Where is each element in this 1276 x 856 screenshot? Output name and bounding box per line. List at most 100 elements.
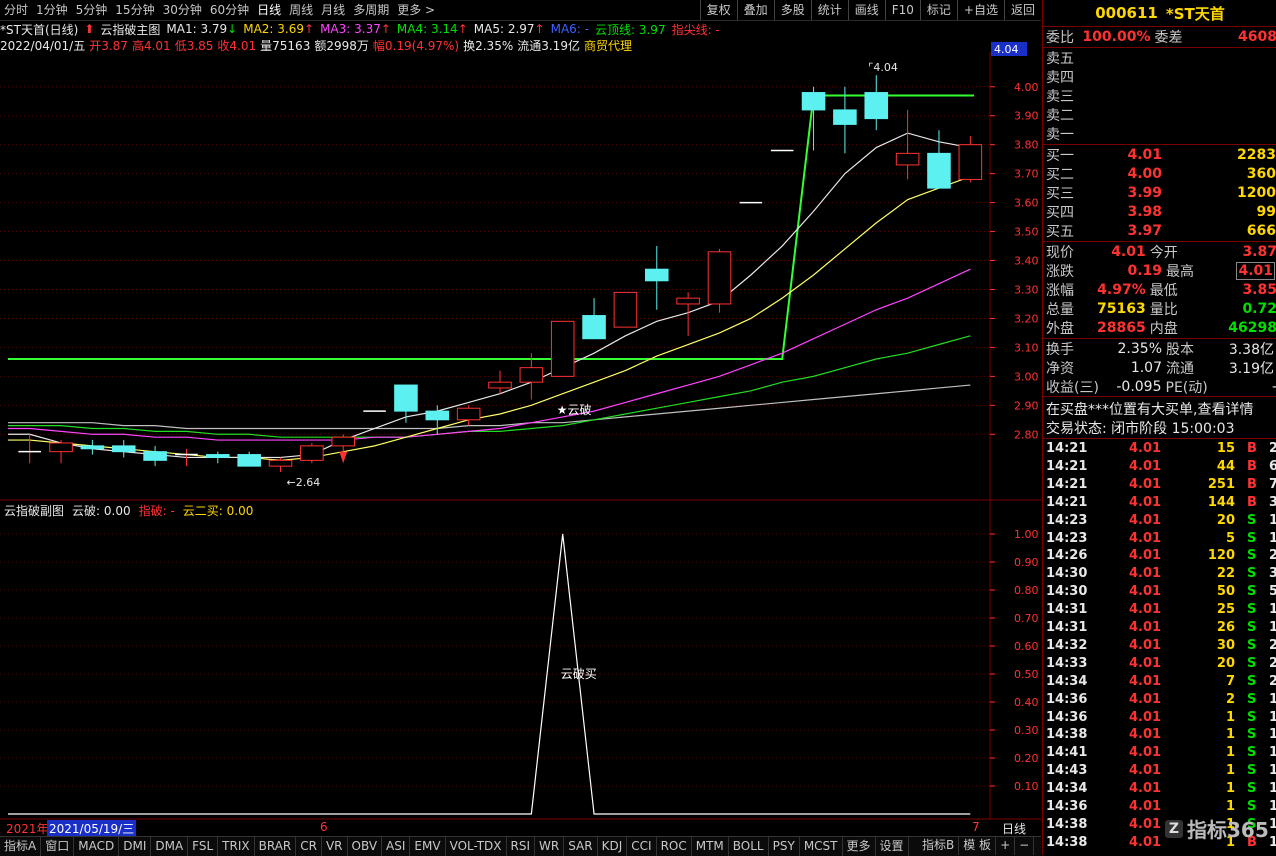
tick-row: 14:21 4.01 44 B 6 <box>1043 458 1276 476</box>
tick-count: 1 <box>1269 799 1276 814</box>
indicator-right-tab-1[interactable]: 模 板 <box>959 836 997 855</box>
indicator-tab-0[interactable]: 指标A <box>0 837 42 856</box>
indicator-tab-14[interactable]: RSI <box>507 837 536 856</box>
tick-price: 4.01 <box>1129 548 1162 564</box>
tick-price: 4.01 <box>1129 727 1162 743</box>
indicator-tab-25[interactable]: 设置 <box>876 837 909 856</box>
tick-volume: 1 <box>1225 763 1235 779</box>
indicator-right-tab-2[interactable]: + <box>996 836 1016 855</box>
stock-header: 000611 *ST天首 <box>1043 0 1276 26</box>
tick-row: 14:36 4.01 2 S 1 <box>1043 691 1276 709</box>
candle-body <box>801 92 826 111</box>
indicator-tab-17[interactable]: KDJ <box>598 837 628 856</box>
tick-time: 14:30 <box>1046 584 1088 600</box>
tick-price: 4.01 <box>1129 494 1162 510</box>
stat-value: 3.87 <box>1242 243 1276 260</box>
indicator-right-tab-3[interactable]: − <box>1015 836 1035 855</box>
candle-body <box>206 454 230 458</box>
kline-chart[interactable]: 4.00 3.90 3.80 3.70 3.60 3.50 3.40 3.30 3.20 3.10… <box>0 0 1041 836</box>
candle <box>676 292 700 336</box>
indicator-right-tab-0[interactable]: 指标B <box>918 836 960 855</box>
indicator-tab-13[interactable]: VOL-TDX <box>446 837 507 856</box>
indicator-tab-22[interactable]: PSY <box>769 837 800 856</box>
indicator-tab-7[interactable]: BRAR <box>255 837 297 856</box>
sell-row: 卖二 <box>1043 105 1276 124</box>
stat-value: 28865 <box>1097 319 1146 336</box>
indicator-tab-5[interactable]: FSL <box>188 837 219 856</box>
stat-value: 75163 <box>1097 300 1146 317</box>
indicator-tab-9[interactable]: VR <box>322 837 348 856</box>
stat-row: 总量 75163 量比 0.72 <box>1043 299 1276 318</box>
tick-price: 4.01 <box>1129 834 1162 850</box>
indicator-tab-4[interactable]: DMA <box>151 837 189 856</box>
candle <box>237 451 261 467</box>
tick-time: 14:38 <box>1046 834 1088 850</box>
ma1-line <box>8 132 971 459</box>
tick-count: 1 <box>1269 745 1276 761</box>
date-label-year: 2021年 <box>6 822 49 836</box>
candle <box>425 405 450 435</box>
indicator-tab-10[interactable]: OBV <box>348 837 383 856</box>
indicator-tab-15[interactable]: WR <box>535 837 565 856</box>
indicator-tab-20[interactable]: MTM <box>692 837 729 856</box>
indicator-tab-8[interactable]: CR <box>296 837 322 856</box>
sell-row: 卖一 <box>1043 124 1276 143</box>
period-label[interactable]: 日线 <box>1002 820 1026 837</box>
sell-label: 卖二 <box>1046 107 1074 124</box>
candle <box>394 384 418 423</box>
indicator-tab-1[interactable]: 窗口 <box>41 837 75 856</box>
stat-value: 4.01 <box>1236 261 1275 280</box>
tick-row: 14:26 4.01 120 S 2 <box>1043 547 1276 565</box>
tick-side: B <box>1247 476 1257 492</box>
tick-side: S <box>1247 530 1257 546</box>
tick-time: 14:41 <box>1046 745 1088 761</box>
indicator-tab-18[interactable]: CCI <box>627 837 657 856</box>
tick-count: 2 <box>1269 548 1276 564</box>
candle <box>18 434 41 464</box>
sub-indicator-name[interactable]: 云指破副图 <box>4 502 64 518</box>
tick-price: 4.01 <box>1129 655 1162 671</box>
candle-body <box>519 367 544 383</box>
candle-body <box>864 92 889 120</box>
sell-row: 卖五 <box>1043 48 1276 67</box>
indicator-tab-19[interactable]: ROC <box>657 837 692 856</box>
indicator-tab-16[interactable]: SAR <box>564 837 598 856</box>
indicator-tab-11[interactable]: ASI <box>382 837 411 856</box>
date-label-cursor: 2021/05/19/三 <box>47 820 137 837</box>
current-price-label: 4.04 <box>994 43 1019 56</box>
buy-price: 3.99 <box>1127 184 1162 201</box>
stat-value: 0.19 <box>1127 262 1162 279</box>
buy-price: 4.00 <box>1127 165 1162 182</box>
indicator-tab-21[interactable]: BOLL <box>729 837 769 856</box>
tick-time: 14:30 <box>1046 566 1088 582</box>
indicator-tab-3[interactable]: DMI <box>119 837 152 856</box>
share-stat-label: 换手 <box>1046 341 1074 358</box>
indicator-tab-23[interactable]: MCST <box>800 837 843 856</box>
big-order-message[interactable]: 在买盘***位置有大买单,查看详情 <box>1043 399 1276 418</box>
indicator-tab-24[interactable]: 更多 <box>843 837 876 856</box>
tick-row: 14:38 4.01 1 S 1 <box>1043 726 1276 744</box>
tick-count: 7 <box>1269 476 1276 492</box>
indicator-tabs-right: 指标B 模 板 + − <box>918 836 1035 855</box>
indicator-tab-12[interactable]: EMV <box>410 837 446 856</box>
quote-panel: 000611 *ST天首 委比 100.00% 委差 4608 卖五 卖四 卖三 卖二… <box>1042 0 1276 855</box>
indicator-tab-6[interactable]: TRIX <box>218 837 255 856</box>
low-annotation: ←2.64 <box>287 476 321 489</box>
share-stat-label: 净资 <box>1046 360 1074 377</box>
sub-tick-label: 0.60 <box>1014 640 1039 653</box>
tick-time: 14:38 <box>1046 727 1088 743</box>
zhipo-value: 指破: - <box>138 504 175 518</box>
weicha-label: 委差 <box>1154 29 1183 46</box>
tick-time: 14:32 <box>1046 637 1088 653</box>
stat-row: 涨跌 0.19 最高 4.01 <box>1043 261 1276 280</box>
candle <box>331 434 356 455</box>
share-stat-value: 2.35% <box>1117 340 1162 357</box>
tick-price: 4.01 <box>1129 763 1162 779</box>
tick-price: 4.01 <box>1129 566 1162 582</box>
indicator-tab-2[interactable]: MACD <box>74 837 120 856</box>
tick-volume: 15 <box>1216 441 1235 456</box>
price-tick-label: 2.90 <box>1014 399 1039 412</box>
buy-arrow-icon <box>339 451 348 464</box>
tick-time: 14:31 <box>1046 602 1088 618</box>
candle-body <box>927 152 951 189</box>
